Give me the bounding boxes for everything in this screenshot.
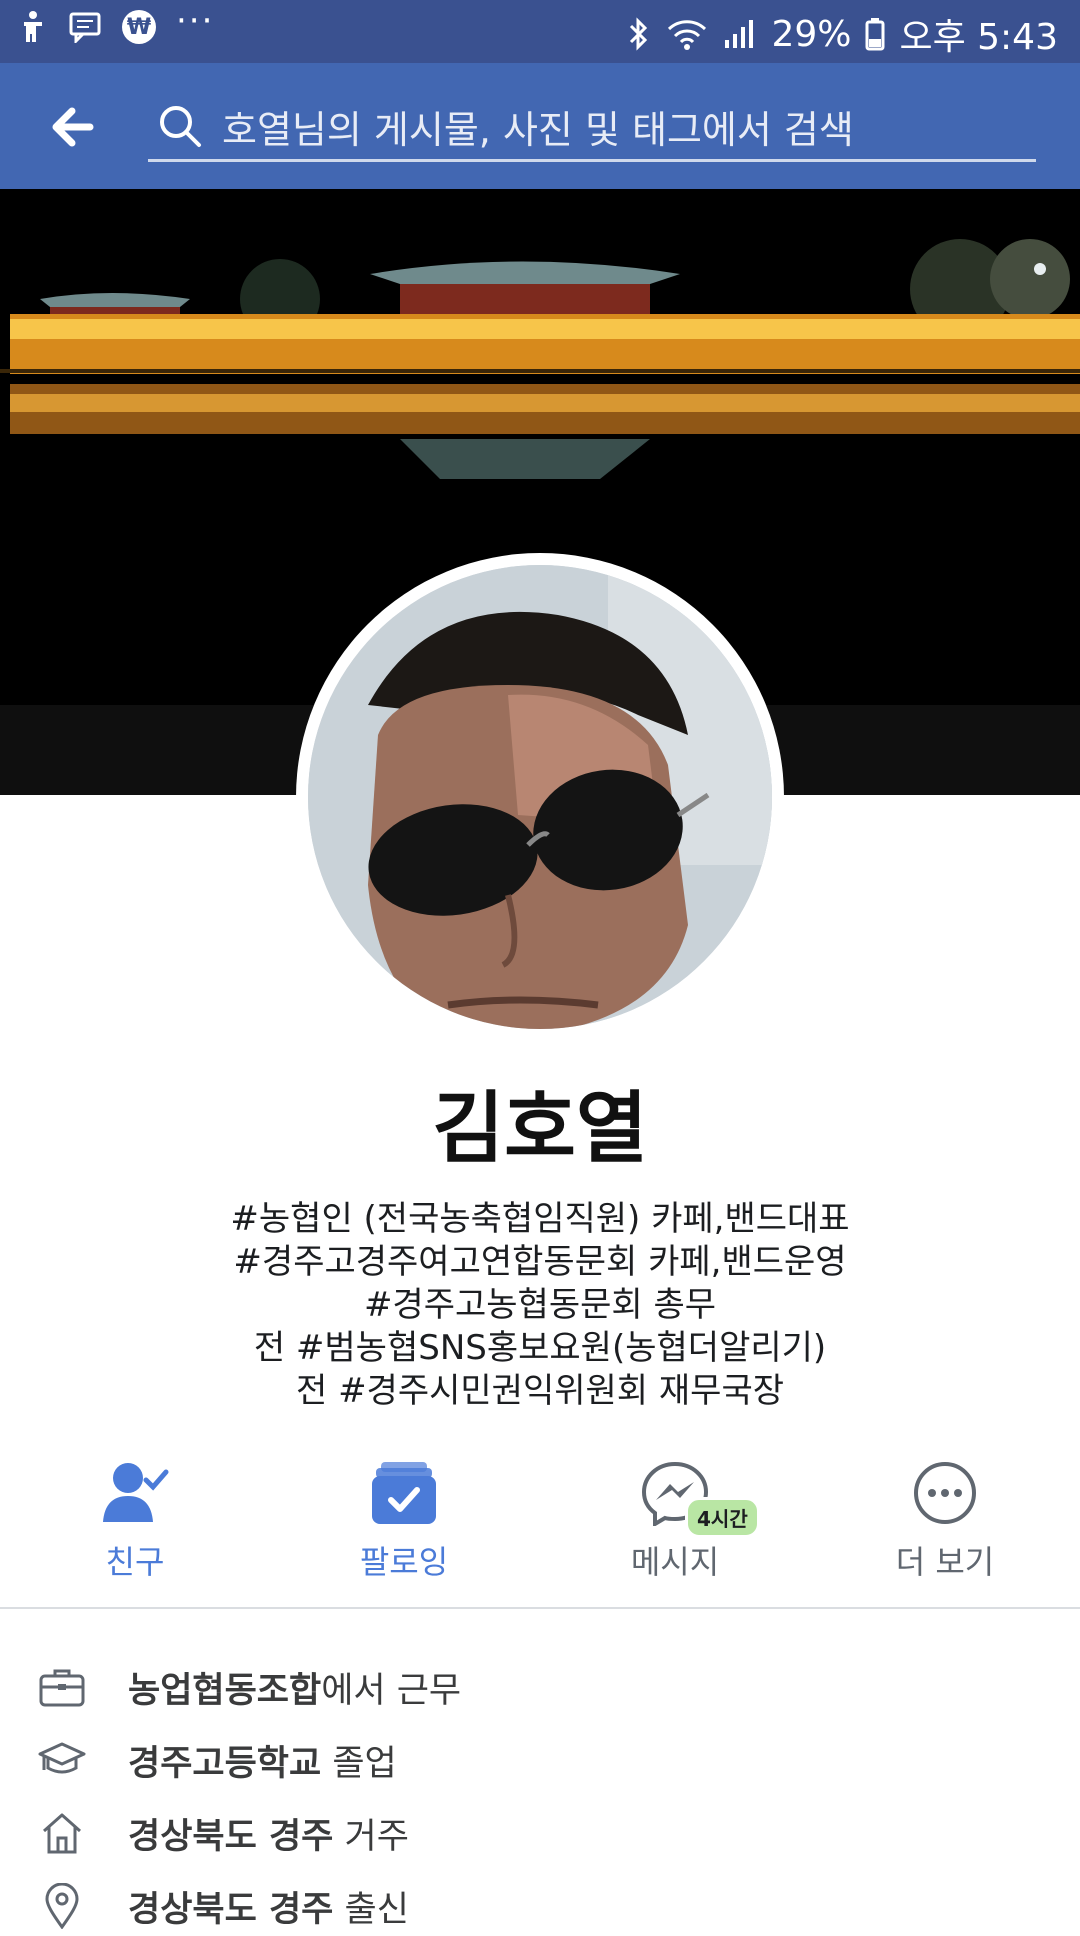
friend-check-icon — [103, 1463, 169, 1522]
won-icon: ₩ — [122, 10, 156, 44]
arrow-left-icon — [52, 107, 94, 147]
friends-button[interactable]: 친구 — [35, 1455, 235, 1583]
message-icon — [68, 11, 102, 43]
search-input[interactable]: 호열님의 게시물, 사진 및 태그에서 검색 — [148, 93, 1036, 162]
info-from-strong[interactable]: 경상북도 경주 — [128, 1890, 333, 1930]
avatar-image — [308, 565, 772, 1029]
info-education-rest: 졸업 — [321, 1743, 397, 1784]
back-button[interactable] — [44, 99, 100, 155]
more-label: 더 보기 — [895, 1543, 995, 1581]
info-education[interactable]: 경주고등학교 졸업 — [0, 1730, 1080, 1790]
search-header: 호열님의 게시물, 사진 및 태그에서 검색 — [0, 63, 1080, 189]
accessibility-icon — [18, 10, 48, 44]
info-lives-rest: 거주 — [333, 1816, 409, 1857]
divider — [0, 1607, 1080, 1609]
info-work-rest: 에서 근무 — [321, 1670, 462, 1711]
info-from-rest: 출신 — [333, 1889, 409, 1930]
bio-line: #경주고경주여고연합동문회 카페,밴드운영 — [233, 1242, 847, 1282]
friends-label: 친구 — [105, 1543, 165, 1581]
signal-icon — [723, 18, 757, 50]
profile-name: 김호열 — [432, 1084, 648, 1174]
profile-bio: #농협인 (전국농축협임직원) 카페,밴드대표 #경주고경주여고연합동문회 카페… — [0, 1198, 1080, 1413]
message-time-badge: 4시간 — [685, 1497, 760, 1538]
home-icon — [38, 1809, 86, 1857]
location-pin-icon — [38, 1882, 86, 1930]
clock: 오후 5:43 — [899, 17, 1058, 58]
following-label: 팔로잉 — [359, 1543, 449, 1581]
search-placeholder: 호열님의 게시물, 사진 및 태그에서 검색 — [222, 107, 854, 152]
following-check-icon — [372, 1462, 436, 1524]
info-lives[interactable]: 경상북도 경주 거주 — [0, 1803, 1080, 1863]
bio-line: #농협인 (전국농축협임직원) 카페,밴드대표 — [230, 1199, 850, 1239]
status-bar: ₩ ··· 29% 오후 5:43 — [0, 0, 1080, 63]
following-button[interactable]: 팔로잉 — [304, 1455, 504, 1583]
profile-actions: 친구 팔로잉 4시간 메시지 더 보기 — [0, 1455, 1080, 1581]
bio-line: #경주고농협동문회 총무 — [363, 1285, 717, 1325]
profile-photo-frame[interactable] — [296, 553, 784, 1041]
bio-line: 전 #경주시민권익위원회 재무국장 — [295, 1371, 785, 1411]
info-work-strong[interactable]: 농업협동조합 — [128, 1671, 321, 1711]
info-from[interactable]: 경상북도 경주 출신 — [0, 1876, 1080, 1936]
more-button[interactable]: 더 보기 — [845, 1455, 1045, 1583]
message-button[interactable]: 4시간 메시지 — [575, 1455, 775, 1583]
bio-line: 전 #범농협SNS홍보요원(농협더알리기) — [253, 1328, 827, 1368]
battery-icon — [865, 17, 885, 51]
battery-percent: 29% — [771, 13, 852, 55]
wifi-icon — [665, 17, 709, 51]
more-dots-icon: ··· — [176, 1, 215, 41]
graduation-cap-icon — [38, 1736, 86, 1784]
message-label: 메시지 — [630, 1543, 720, 1581]
avatar[interactable] — [308, 565, 772, 1029]
briefcase-icon — [38, 1663, 86, 1711]
search-icon — [160, 106, 201, 147]
info-education-strong[interactable]: 경주고등학교 — [128, 1744, 321, 1784]
bluetooth-icon — [627, 16, 651, 52]
info-lives-strong[interactable]: 경상북도 경주 — [128, 1817, 333, 1857]
more-circle-icon — [914, 1462, 976, 1524]
info-work[interactable]: 농업협동조합에서 근무 — [0, 1657, 1080, 1717]
